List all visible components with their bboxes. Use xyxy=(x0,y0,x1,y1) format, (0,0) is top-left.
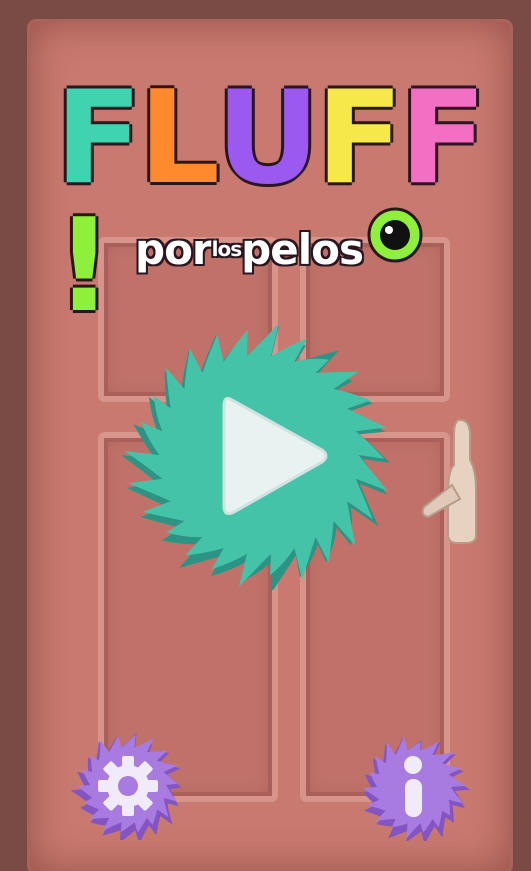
info-button[interactable] xyxy=(355,733,473,845)
door-handle xyxy=(421,418,477,544)
eye-icon xyxy=(367,207,423,263)
subtitle-pelos: pelos xyxy=(241,225,364,274)
logo-subtitle: porlospelos xyxy=(135,225,364,274)
logo-letter-l: L xyxy=(138,64,220,213)
info-button-fur xyxy=(362,736,470,845)
logo-letter-exclamation: ! xyxy=(55,192,113,341)
subtitle-los: los xyxy=(211,237,242,261)
play-button-fur xyxy=(121,323,390,593)
play-button[interactable] xyxy=(112,323,407,593)
logo-letter-f3: F xyxy=(399,64,486,213)
info-icon xyxy=(404,756,422,817)
game-logo: FLUFF! porlospelos xyxy=(30,35,510,331)
logo-letter-u: U xyxy=(216,64,320,213)
logo-title: FLUFF! xyxy=(55,75,510,331)
gear-icon xyxy=(98,756,158,816)
logo-letter-f1: F xyxy=(55,64,142,213)
title-screen: FLUFF! porlospelos xyxy=(0,0,531,871)
settings-button[interactable] xyxy=(68,730,188,845)
logo-letter-f2: F xyxy=(315,64,403,213)
subtitle-por: por xyxy=(135,225,213,274)
settings-button-fur xyxy=(70,732,182,845)
